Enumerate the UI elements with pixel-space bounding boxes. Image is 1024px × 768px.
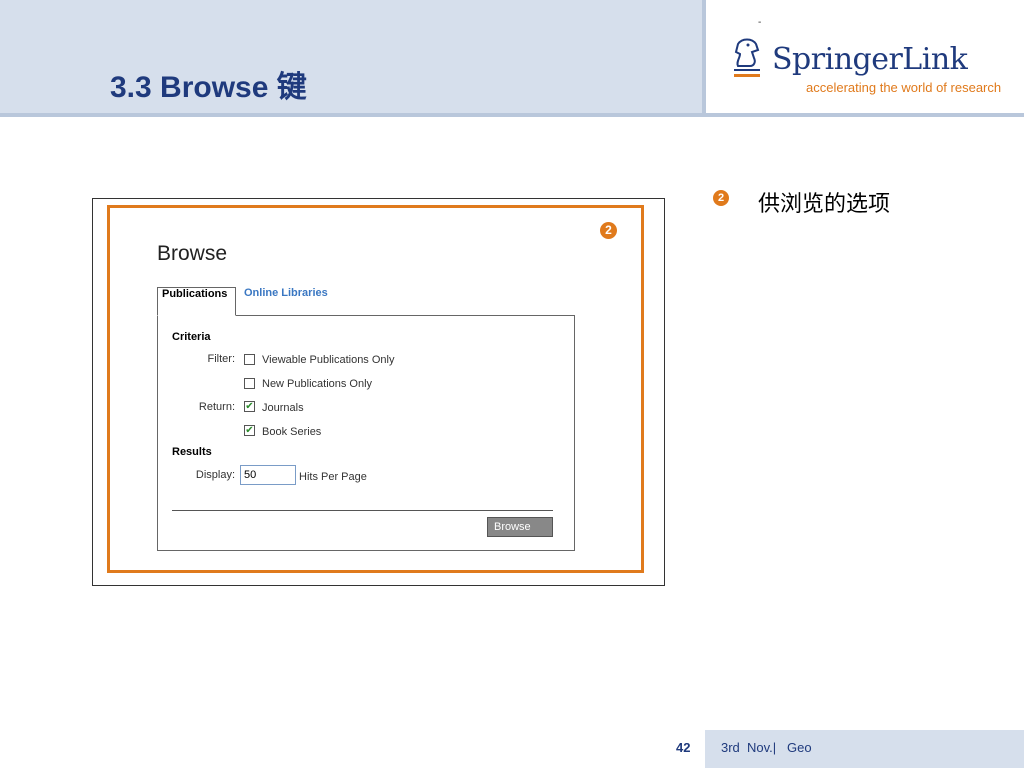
criteria-label: Criteria bbox=[172, 331, 211, 343]
logo-brand-name: SpringerLink bbox=[772, 42, 968, 77]
results-label: Results bbox=[172, 446, 212, 458]
springerlink-logo: - SpringerLink accelerating the world of… bbox=[730, 17, 1020, 100]
new-publications-label: New Publications Only bbox=[262, 378, 373, 390]
browse-heading: Browse bbox=[157, 242, 228, 265]
footer-text: 3rd Nov.| Geo bbox=[721, 740, 812, 755]
header-divider bbox=[702, 0, 706, 113]
tab-publications[interactable]: Publications bbox=[157, 287, 236, 316]
slide-title: 3.3 Browse 键 bbox=[110, 71, 307, 104]
header-line bbox=[0, 113, 1024, 117]
header-band bbox=[0, 0, 702, 113]
filter-label: Filter: bbox=[207, 353, 236, 365]
journals-label: Journals bbox=[262, 402, 304, 414]
callout-marker: 2 bbox=[600, 222, 617, 239]
logo-dash: - bbox=[758, 17, 762, 28]
bullet-text: 供浏览的选项 bbox=[758, 192, 891, 217]
panel-divider bbox=[172, 510, 553, 511]
logo-tagline: accelerating the world of research bbox=[806, 80, 1002, 95]
browse-button[interactable]: Browse bbox=[487, 517, 553, 537]
book-series-label: Book Series bbox=[262, 426, 322, 438]
browse-criteria-panel bbox=[157, 315, 575, 551]
book-series-checkbox[interactable]: ✔ bbox=[244, 425, 255, 436]
chess-knight-icon bbox=[734, 38, 760, 77]
viewable-publications-checkbox[interactable] bbox=[244, 354, 255, 365]
journals-checkbox[interactable]: ✔ bbox=[244, 401, 255, 412]
return-label: Return: bbox=[198, 401, 235, 413]
display-label: Display: bbox=[195, 469, 235, 481]
hits-per-page-input[interactable] bbox=[240, 465, 296, 485]
page-number: 42 bbox=[676, 740, 691, 755]
bullet-marker-icon: 2 bbox=[713, 190, 729, 206]
viewable-publications-label: Viewable Publications Only bbox=[262, 354, 395, 366]
new-publications-checkbox[interactable] bbox=[244, 378, 255, 389]
hits-per-page-label: Hits Per Page bbox=[299, 471, 367, 483]
tab-online-libraries[interactable]: Online Libraries bbox=[240, 287, 332, 316]
